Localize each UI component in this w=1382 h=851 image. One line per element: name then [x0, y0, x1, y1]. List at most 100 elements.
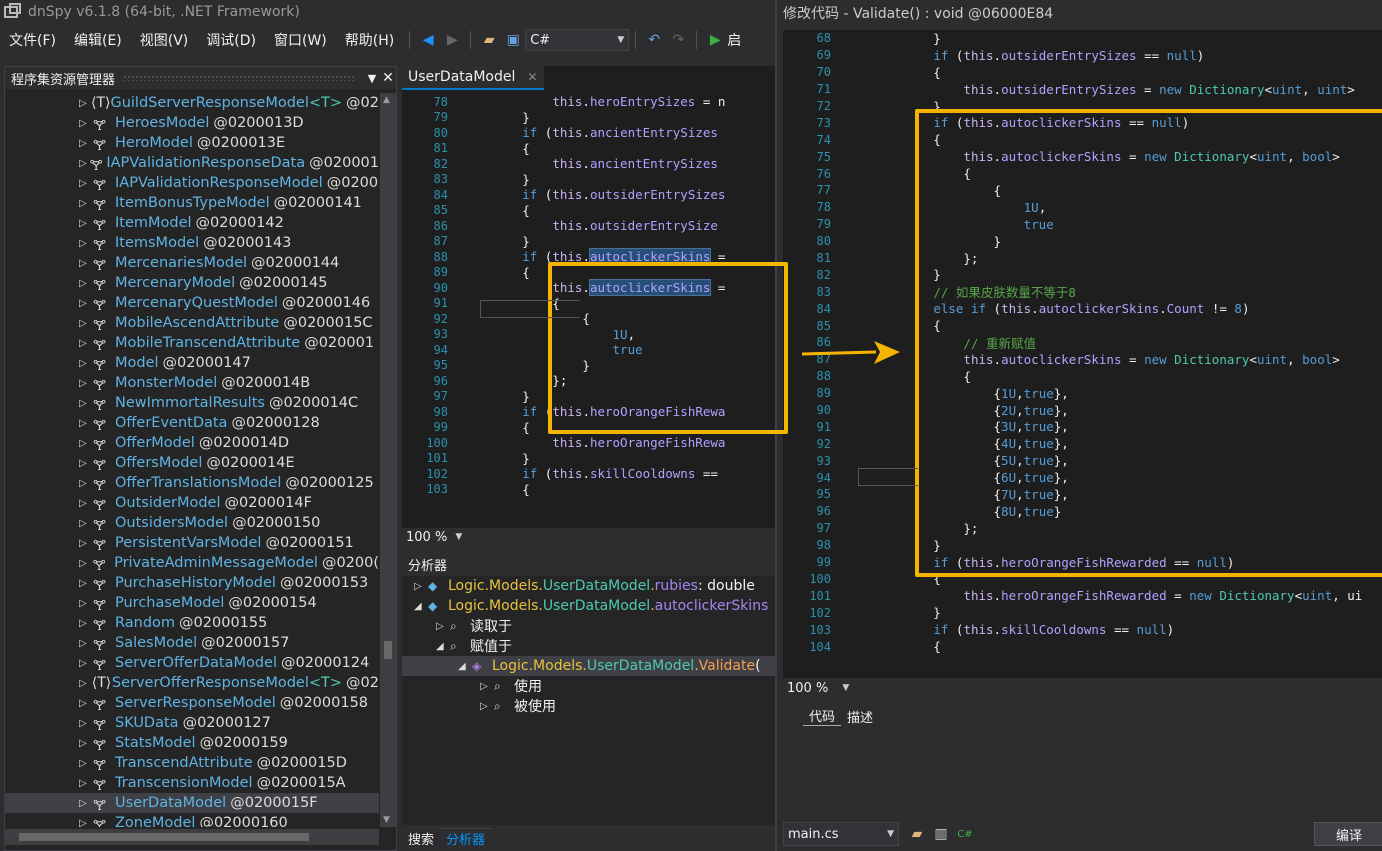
code-line[interactable]: 78 this. heroEntrySizes = n — [402, 94, 775, 110]
csharp-file-icon[interactable]: C# — [955, 824, 975, 844]
analyzer-node[interactable]: ▷ ⌕ 使用 — [402, 676, 775, 696]
tree-item-statsmodel[interactable]: ▷ 🝖 StatsModel @02000159 — [5, 733, 379, 754]
tree-item-zonemodel[interactable]: ▷ 🝖 ZoneModel @02000160 — [5, 813, 379, 827]
expand-icon[interactable]: ▷ — [79, 758, 93, 769]
open-folder-icon[interactable]: ▰ — [907, 824, 927, 844]
expand-icon[interactable]: ▷ — [79, 778, 93, 789]
expand-icon[interactable]: ▷ — [79, 518, 93, 529]
vertical-scrollbar[interactable]: ▲ ▼ — [380, 93, 396, 827]
expand-icon[interactable]: ▷ — [79, 158, 90, 169]
expand-icon[interactable]: ▷ — [480, 681, 494, 692]
expand-icon[interactable]: ▷ — [79, 578, 93, 589]
tree-item-itemsmodel[interactable]: ▷ 🝖 ItemsModel @02000143 — [5, 233, 379, 254]
close-icon[interactable]: ✕ — [380, 70, 396, 86]
tree-item-itemmodel[interactable]: ▷ 🝖 ItemModel @02000142 — [5, 213, 379, 234]
tree-item-userdatamodel[interactable]: ▷ 🝖 UserDataModel @0200015F — [5, 793, 379, 814]
close-tab-icon[interactable]: ✕ — [527, 70, 537, 84]
analyzer-node[interactable]: ◢ ◈ Logic.Models. UserDataModel. Validate( — [402, 656, 775, 676]
back-icon[interactable]: ◀ — [418, 30, 438, 50]
code-line[interactable]: 101 } — [402, 451, 775, 467]
tree-item-random[interactable]: ▷ 🝖 Random @02000155 — [5, 613, 379, 634]
expand-icon[interactable]: ▷ — [79, 438, 93, 449]
code-line[interactable]: 68 } — [783, 30, 1382, 47]
code-line[interactable]: 71 this. outsiderEntrySizes = new Diction… — [783, 81, 1382, 98]
tree-item-serverresponsemodel[interactable]: ▷ 🝖 ServerResponseModel @02000158 — [5, 693, 379, 714]
expand-icon[interactable]: ▷ — [79, 98, 91, 109]
expand-icon[interactable]: ▷ — [79, 298, 93, 309]
expand-icon[interactable]: ▷ — [79, 738, 93, 749]
expand-icon[interactable]: ▷ — [79, 318, 93, 329]
tree-item-iapvalidationresponsedata[interactable]: ▷ 🝖 IAPValidationResponseData @020001 — [5, 153, 379, 174]
expand-icon[interactable]: ▷ — [79, 618, 93, 629]
redo-icon[interactable]: ↷ — [668, 30, 688, 50]
expand-icon[interactable]: ▷ — [79, 358, 93, 369]
expand-icon[interactable]: ▷ — [79, 678, 92, 689]
expand-icon[interactable]: ▷ — [79, 138, 93, 149]
open-folder-icon[interactable]: ▰ — [479, 30, 499, 50]
tree-item-guildserverresponsemodel[interactable]: ▷ ⟨T⟩ GuildServerResponseModel <T> @02 — [5, 93, 379, 113]
expand-icon[interactable]: ▷ — [79, 118, 93, 129]
scroll-down-icon[interactable]: ▼ — [383, 815, 390, 825]
menu-file[interactable]: 文件(F) — [0, 30, 65, 50]
scroll-up-icon[interactable]: ▲ — [383, 95, 390, 105]
expand-icon[interactable]: ▷ — [79, 558, 93, 569]
expand-icon[interactable]: ▷ — [79, 718, 93, 729]
expand-icon[interactable]: ▷ — [79, 338, 93, 349]
code-line[interactable]: 101 this. heroOrangeFishRewarded = new Di… — [783, 587, 1382, 604]
expand-icon[interactable]: ▷ — [79, 398, 93, 409]
tree-item-monstermodel[interactable]: ▷ 🝖 MonsterModel @0200014B — [5, 373, 379, 394]
code-line[interactable]: 79 } — [402, 110, 775, 126]
code-line[interactable]: 81 { — [402, 141, 775, 157]
tree-item-outsidermodel[interactable]: ▷ 🝖 OutsiderModel @0200014F — [5, 493, 379, 514]
tree-item-mercenaryquestmodel[interactable]: ▷ 🝖 MercenaryQuestModel @02000146 — [5, 293, 379, 314]
code-line[interactable]: 70 { — [783, 64, 1382, 81]
expand-icon[interactable]: ▷ — [480, 701, 494, 712]
tree-item-mercenarymodel[interactable]: ▷ 🝖 MercenaryModel @02000145 — [5, 273, 379, 294]
code-line[interactable]: 86 this. outsiderEntrySize — [402, 218, 775, 234]
scrollbar-thumb[interactable] — [19, 833, 309, 841]
scrollbar-thumb[interactable] — [384, 641, 392, 659]
expand-icon[interactable]: ▷ — [79, 278, 93, 289]
code-line[interactable]: 100 this. heroOrangeFishRewa — [402, 435, 775, 451]
expand-icon[interactable]: ▷ — [79, 178, 93, 189]
expand-icon[interactable]: ◢ — [458, 661, 472, 672]
code-line[interactable]: 69 if (this. outsiderEntrySizes == null) — [783, 47, 1382, 64]
code-line[interactable]: 83 } — [402, 172, 775, 188]
expand-icon[interactable]: ▷ — [79, 478, 93, 489]
tree-item-offermodel[interactable]: ▷ 🝖 OfferModel @0200014D — [5, 433, 379, 454]
menu-debug[interactable]: 调试(D) — [197, 30, 265, 50]
tree-item-heromodel[interactable]: ▷ 🝖 HeroModel @0200013E — [5, 133, 379, 154]
tree-item-offertranslationsmodel[interactable]: ▷ 🝖 OfferTranslationsModel @02000125 — [5, 473, 379, 494]
analyzer-node[interactable]: ▷ ⌕ 被使用 — [402, 696, 775, 716]
tree-item-transcendattribute[interactable]: ▷ 🝖 TranscendAttribute @0200015D — [5, 753, 379, 774]
chevron-down-icon[interactable]: ▼ — [842, 683, 849, 693]
chevron-down-icon[interactable]: ▼ — [455, 532, 462, 542]
tab-search[interactable]: 搜索 — [402, 829, 440, 848]
analyzer-node[interactable]: ▷ ⌕ 读取于 — [402, 616, 775, 636]
analyzer-node[interactable]: ▷ ◆ Logic.Models. UserDataModel. rubies : do… — [402, 576, 775, 596]
expand-icon[interactable]: ▷ — [79, 238, 93, 249]
expand-icon[interactable]: ▷ — [79, 258, 93, 269]
menu-help[interactable]: 帮助(H) — [336, 30, 403, 50]
code-line[interactable]: 104 { — [783, 638, 1382, 655]
menu-window[interactable]: 窗口(W) — [265, 30, 336, 50]
code-line[interactable]: 102 if (this. skillCooldowns == — [402, 466, 775, 482]
expand-icon[interactable]: ▷ — [79, 218, 93, 229]
code-line[interactable]: 80 if (this. ancientEntrySizes — [402, 125, 775, 141]
forward-icon[interactable]: ▶ — [442, 30, 462, 50]
expand-icon[interactable]: ▷ — [79, 598, 93, 609]
start-label[interactable]: 启 — [727, 30, 741, 50]
tab-userdatamodel[interactable]: UserDataModel ✕ — [402, 66, 544, 90]
tree-item-outsidersmodel[interactable]: ▷ 🝖 OutsidersModel @02000150 — [5, 513, 379, 534]
tree-item-offereventdata[interactable]: ▷ 🝖 OfferEventData @02000128 — [5, 413, 379, 434]
code-line[interactable]: 84 if (this. outsiderEntrySizes — [402, 187, 775, 203]
editor-zoom-level[interactable]: 100 % — [787, 681, 828, 696]
code-line[interactable]: 103 if (this. skillCooldowns == null) — [783, 621, 1382, 638]
menu-edit[interactable]: 编辑(E) — [65, 30, 131, 50]
expand-icon[interactable]: ◢ — [436, 641, 450, 652]
expand-icon[interactable]: ▷ — [79, 458, 93, 469]
expand-icon[interactable]: ▷ — [79, 658, 93, 669]
tree-item-purchasemodel[interactable]: ▷ 🝖 PurchaseModel @02000154 — [5, 593, 379, 614]
tree-item-salesmodel[interactable]: ▷ 🝖 SalesModel @02000157 — [5, 633, 379, 654]
expand-icon[interactable]: ◢ — [414, 601, 428, 612]
